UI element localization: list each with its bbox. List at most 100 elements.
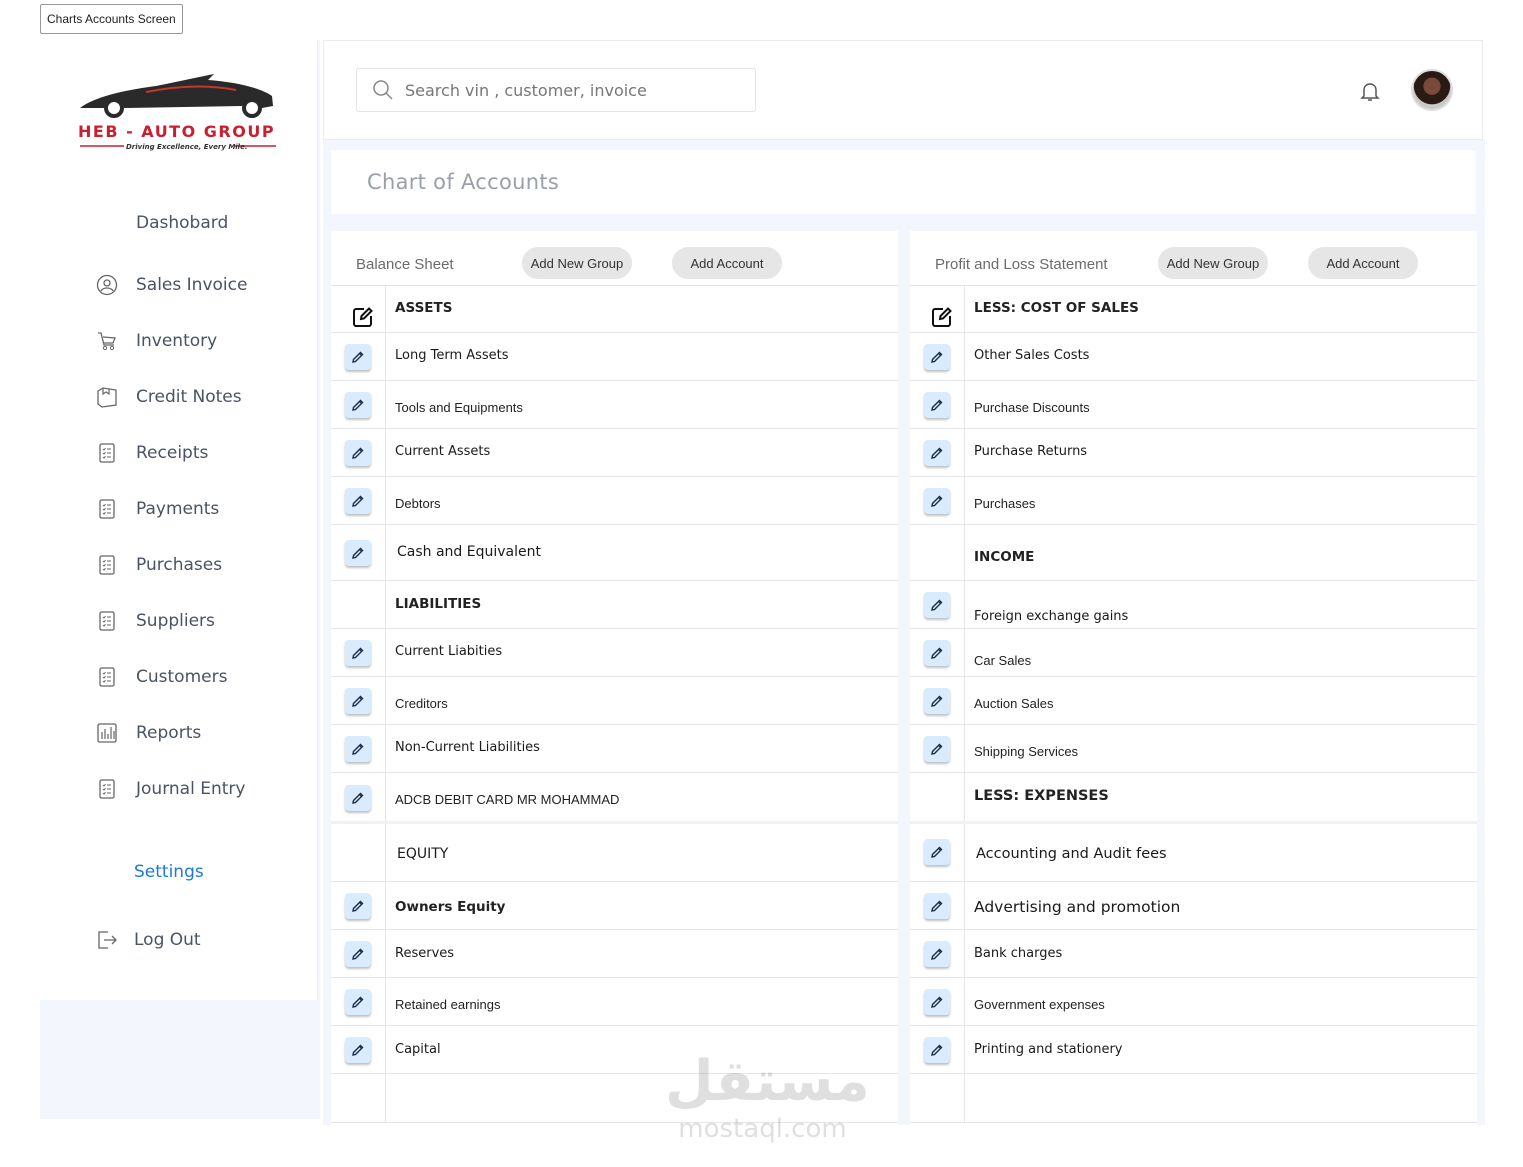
row-divider: [964, 629, 965, 677]
edit-pencil-icon[interactable]: [924, 488, 950, 514]
edit-pencil-icon[interactable]: [345, 440, 371, 466]
account-row[interactable]: LESS: COST OF SALES: [910, 286, 1477, 333]
edit-pencil-icon[interactable]: [924, 839, 950, 865]
sidebar-item-suppliers[interactable]: Suppliers: [96, 606, 215, 636]
edit-pencil-icon[interactable]: [345, 640, 371, 666]
sidebar-item-inventory[interactable]: Inventory: [96, 326, 217, 356]
edit-pencil-icon[interactable]: [924, 1037, 950, 1063]
edit-pencil-icon[interactable]: [924, 989, 950, 1015]
row-divider: [964, 930, 965, 978]
edit-pencil-icon[interactable]: [345, 488, 371, 514]
account-row[interactable]: Auction Sales: [910, 677, 1477, 725]
sidebar-item-credit-notes[interactable]: Credit Notes: [96, 382, 242, 412]
account-row[interactable]: Non-Current Liabilities: [331, 725, 898, 773]
edit-group-icon[interactable]: [351, 305, 375, 329]
edit-pencil-icon[interactable]: [924, 440, 950, 466]
account-row[interactable]: Government expenses: [910, 978, 1477, 1026]
edit-pencil-icon[interactable]: [345, 785, 371, 811]
account-row[interactable]: EQUITY: [331, 822, 898, 882]
edit-pencil-icon[interactable]: [345, 736, 371, 762]
sidebar-item-dashboard[interactable]: Dashobard: [96, 208, 228, 238]
account-row[interactable]: Bank charges: [910, 930, 1477, 978]
edit-pencil-icon[interactable]: [345, 688, 371, 714]
account-row[interactable]: Debtors: [331, 477, 898, 525]
row-divider: [964, 381, 965, 429]
row-divider: [964, 773, 965, 822]
account-row[interactable]: Foreign exchange gains: [910, 581, 1477, 629]
section-separator: [331, 821, 898, 824]
edit-pencil-icon[interactable]: [924, 392, 950, 418]
account-row[interactable]: Printing and stationery: [910, 1026, 1477, 1074]
row-divider: [385, 1026, 386, 1074]
row-divider: [964, 677, 965, 725]
edit-pencil-icon[interactable]: [924, 344, 950, 370]
account-row[interactable]: Long Term Assets: [331, 333, 898, 381]
sidebar-item-settings[interactable]: Settings: [96, 857, 204, 887]
avatar[interactable]: [1411, 69, 1453, 111]
search-box[interactable]: [356, 68, 756, 112]
edit-pencil-icon[interactable]: [924, 736, 950, 762]
edit-pencil-icon[interactable]: [345, 392, 371, 418]
account-row[interactable]: Advertising and promotion: [910, 882, 1477, 930]
edit-pencil-icon[interactable]: [345, 941, 371, 967]
notification-bell-icon[interactable]: [1358, 79, 1382, 103]
row-divider: [964, 286, 965, 333]
sidebar-item-purchases[interactable]: Purchases: [96, 550, 222, 580]
row-divider: [385, 725, 386, 773]
account-row[interactable]: Retained earnings: [331, 978, 898, 1026]
edit-pencil-icon[interactable]: [345, 344, 371, 370]
account-label: LESS: COST OF SALES: [974, 300, 1139, 316]
account-row[interactable]: ADCB DEBIT CARD MR MOHAMMAD: [331, 773, 898, 822]
edit-pencil-icon[interactable]: [924, 893, 950, 919]
account-row[interactable]: Car Sales: [910, 629, 1477, 677]
account-row[interactable]: INCOME: [910, 525, 1477, 581]
edit-pencil-icon[interactable]: [345, 540, 371, 566]
row-divider: [385, 429, 386, 477]
sidebar-item-journal-entry[interactable]: Journal Entry: [96, 774, 245, 804]
edit-pencil-icon[interactable]: [924, 640, 950, 666]
sidebar-item-label: Purchases: [136, 555, 223, 575]
account-label: LESS: EXPENSES: [974, 788, 1109, 804]
account-row[interactable]: Reserves: [331, 930, 898, 978]
edit-pencil-icon[interactable]: [345, 1037, 371, 1063]
account-row[interactable]: Accounting and Audit fees: [910, 822, 1477, 882]
logout-button[interactable]: Log Out: [96, 925, 201, 955]
edit-pencil-icon[interactable]: [924, 688, 950, 714]
account-row[interactable]: Tools and Equipments: [331, 381, 898, 429]
add-account-button[interactable]: Add Account: [1308, 247, 1418, 279]
account-row[interactable]: Cash and Equivalent: [331, 525, 898, 581]
sidebar-item-reports[interactable]: Reports: [96, 718, 201, 748]
box-icon: [96, 386, 118, 408]
account-row[interactable]: Shipping Services: [910, 725, 1477, 773]
account-row[interactable]: LESS: EXPENSES: [910, 773, 1477, 822]
account-row[interactable]: ASSETS: [331, 286, 898, 333]
edit-group-icon[interactable]: [930, 305, 954, 329]
sidebar-item-sales-invoice[interactable]: Sales Invoice: [96, 270, 247, 300]
account-row[interactable]: Owners Equity: [331, 882, 898, 930]
add-new-group-button[interactable]: Add New Group: [522, 247, 632, 279]
sidebar-item-customers[interactable]: Customers: [96, 662, 227, 692]
account-row[interactable]: Creditors: [331, 677, 898, 725]
account-row[interactable]: Purchase Returns: [910, 429, 1477, 477]
account-row[interactable]: Purchase Discounts: [910, 381, 1477, 429]
account-row[interactable]: Current Assets: [331, 429, 898, 477]
account-label: Current Liabities: [395, 644, 503, 659]
edit-pencil-icon[interactable]: [345, 989, 371, 1015]
edit-pencil-icon[interactable]: [924, 592, 950, 618]
sidebar-item-receipts[interactable]: Receipts: [96, 438, 208, 468]
sidebar-item-payments[interactable]: Payments: [96, 494, 219, 524]
add-new-group-button[interactable]: Add New Group: [1158, 247, 1268, 279]
search-input[interactable]: [405, 80, 735, 100]
account-row[interactable]: Current Liabities: [331, 629, 898, 677]
account-row[interactable]: [910, 1074, 1477, 1123]
account-label: LIABILITIES: [395, 596, 482, 612]
account-row[interactable]: LIABILITIES: [331, 581, 898, 629]
section-separator: [910, 821, 1477, 824]
account-label: Debtors: [395, 496, 441, 511]
account-row[interactable]: Purchases: [910, 477, 1477, 525]
add-account-button[interactable]: Add Account: [672, 247, 782, 279]
account-row[interactable]: Other Sales Costs: [910, 333, 1477, 381]
edit-pencil-icon[interactable]: [345, 893, 371, 919]
account-label: Government expenses: [974, 997, 1105, 1012]
edit-pencil-icon[interactable]: [924, 941, 950, 967]
